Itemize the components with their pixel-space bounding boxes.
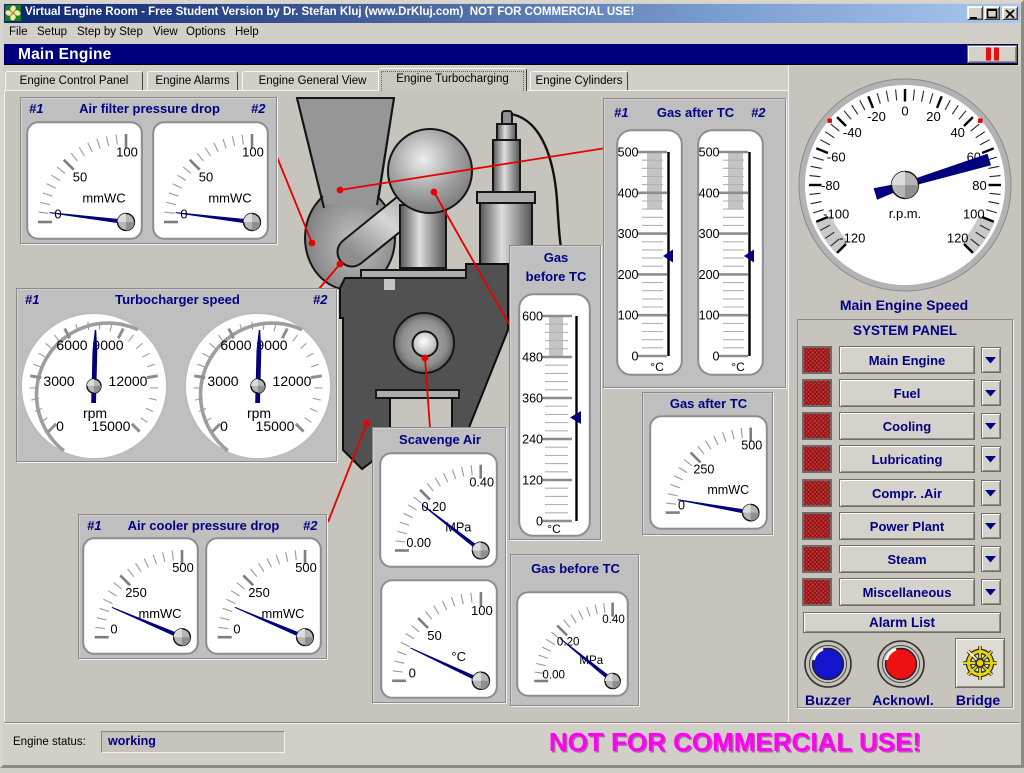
svg-text:500: 500 bbox=[699, 146, 720, 160]
svg-text:0: 0 bbox=[56, 418, 64, 434]
svg-text:0: 0 bbox=[632, 350, 639, 364]
svg-text:mmWC: mmWC bbox=[208, 191, 251, 206]
svg-text:6000: 6000 bbox=[220, 337, 251, 353]
svg-text:100: 100 bbox=[699, 309, 720, 323]
svg-text:0: 0 bbox=[536, 515, 543, 529]
svg-text:r.p.m.: r.p.m. bbox=[889, 206, 922, 221]
svg-text:3000: 3000 bbox=[43, 373, 74, 389]
svg-text:400: 400 bbox=[699, 186, 720, 200]
svg-text:50: 50 bbox=[73, 170, 87, 185]
svg-text:-40: -40 bbox=[843, 125, 862, 140]
svg-text:100: 100 bbox=[116, 145, 138, 160]
svg-text:0: 0 bbox=[901, 103, 908, 118]
svg-text:0.20: 0.20 bbox=[557, 635, 580, 648]
svg-text:3000: 3000 bbox=[207, 373, 238, 389]
svg-text:mmWC: mmWC bbox=[139, 606, 182, 621]
svg-text:600: 600 bbox=[522, 310, 543, 324]
svg-text:480: 480 bbox=[522, 351, 543, 365]
svg-text:-20: -20 bbox=[867, 109, 886, 124]
svg-text:-80: -80 bbox=[821, 178, 840, 193]
svg-text:400: 400 bbox=[618, 186, 639, 200]
svg-text:300: 300 bbox=[618, 227, 639, 241]
svg-text:200: 200 bbox=[618, 268, 639, 282]
svg-text:0.40: 0.40 bbox=[602, 613, 625, 626]
svg-text:rpm: rpm bbox=[83, 405, 107, 421]
svg-text:0: 0 bbox=[220, 418, 228, 434]
svg-text:0: 0 bbox=[713, 350, 720, 364]
svg-text:500: 500 bbox=[618, 146, 639, 160]
svg-text:12000: 12000 bbox=[109, 373, 148, 389]
svg-text:120: 120 bbox=[947, 231, 969, 246]
svg-text:100: 100 bbox=[242, 145, 264, 160]
svg-text:250: 250 bbox=[693, 463, 714, 477]
svg-text:°C: °C bbox=[547, 522, 561, 536]
svg-text:500: 500 bbox=[741, 439, 762, 453]
svg-text:50: 50 bbox=[427, 628, 442, 643]
svg-text:°C: °C bbox=[650, 360, 664, 374]
svg-text:rpm: rpm bbox=[247, 405, 271, 421]
svg-text:-100: -100 bbox=[823, 206, 849, 221]
svg-text:°C: °C bbox=[731, 360, 745, 374]
svg-text:500: 500 bbox=[172, 560, 194, 575]
svg-text:-120: -120 bbox=[839, 231, 865, 246]
svg-text:mmWC: mmWC bbox=[262, 606, 305, 621]
svg-text:100: 100 bbox=[963, 206, 985, 221]
svg-text:20: 20 bbox=[926, 109, 940, 124]
svg-text:100: 100 bbox=[471, 603, 493, 618]
svg-text:200: 200 bbox=[699, 268, 720, 282]
svg-text:250: 250 bbox=[248, 585, 270, 600]
svg-text:mmWC: mmWC bbox=[707, 483, 749, 497]
svg-text:250: 250 bbox=[125, 585, 147, 600]
svg-text:500: 500 bbox=[295, 560, 317, 575]
svg-text:-60: -60 bbox=[827, 149, 846, 164]
svg-text:40: 40 bbox=[950, 125, 964, 140]
svg-text:120: 120 bbox=[522, 474, 543, 488]
svg-text:360: 360 bbox=[522, 392, 543, 406]
svg-text:6000: 6000 bbox=[56, 337, 87, 353]
svg-text:0.00: 0.00 bbox=[406, 536, 431, 550]
svg-text:mmWC: mmWC bbox=[82, 191, 125, 206]
svg-text:0: 0 bbox=[110, 622, 117, 637]
svg-text:0.00: 0.00 bbox=[542, 668, 565, 681]
svg-text:300: 300 bbox=[699, 227, 720, 241]
svg-text:0.40: 0.40 bbox=[469, 476, 494, 490]
svg-text:°C: °C bbox=[451, 649, 466, 664]
svg-text:80: 80 bbox=[972, 178, 986, 193]
svg-text:240: 240 bbox=[522, 433, 543, 447]
svg-text:100: 100 bbox=[618, 309, 639, 323]
svg-text:0: 0 bbox=[409, 665, 416, 680]
svg-text:12000: 12000 bbox=[273, 373, 312, 389]
svg-text:0: 0 bbox=[233, 622, 240, 637]
svg-text:50: 50 bbox=[199, 170, 213, 185]
